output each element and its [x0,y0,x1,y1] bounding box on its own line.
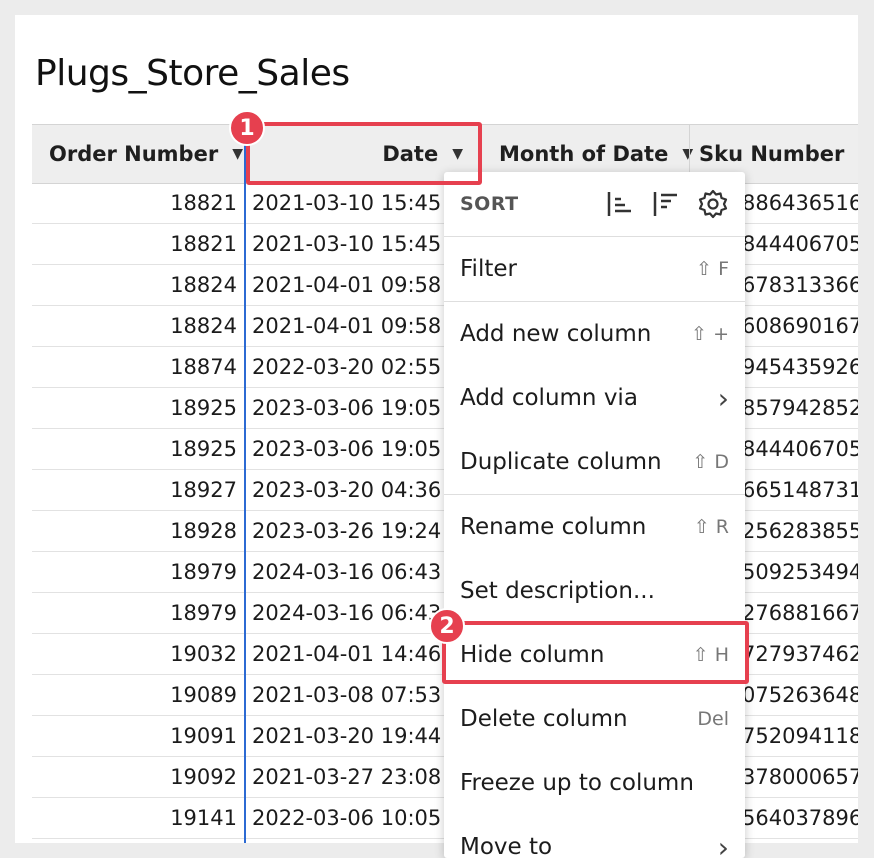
cell-order-number[interactable]: 18928 [32,519,237,543]
menu-item-label: Freeze up to column [460,770,694,796]
cell-sku-number[interactable]: 752094118 [742,724,858,748]
cell-order-number[interactable]: 18824 [32,314,237,338]
menu-item-shortcut: ⇧ F [696,258,729,280]
menu-item-shortcut: ⇧ D [692,451,729,473]
menu-item-label: Move to [460,834,553,858]
cell-date[interactable]: 2024-03-16 06:43 [252,601,441,625]
cell-sku-number[interactable]: 378000657 [742,765,858,789]
cell-order-number[interactable]: 18927 [32,478,237,502]
menu-item-label: Delete column [460,706,628,732]
cell-date[interactable]: 2022-03-06 10:05 [252,806,441,830]
cell-order-number[interactable]: 18874 [32,355,237,379]
cell-order-number[interactable]: 18925 [32,437,237,461]
cell-date[interactable]: 2021-03-10 15:45 [252,232,441,256]
chevron-right-icon: › [717,381,729,415]
cell-order-number[interactable]: 19141 [32,806,237,830]
cell-sku-number[interactable]: 844406705 [742,437,858,461]
menu-item-label: Duplicate column [460,449,662,475]
gear-icon[interactable] [697,188,729,220]
menu-item-add-new-column[interactable]: Add new column ⇧ + [444,302,745,366]
cell-date[interactable]: 2023-03-20 04:36 [252,478,441,502]
cell-date[interactable]: 2023-03-26 19:24 [252,519,441,543]
cell-sku-number[interactable]: 844406705 [742,232,858,256]
cell-order-number[interactable]: 18821 [32,191,237,215]
cell-sku-number[interactable]: 509253494 [742,560,858,584]
cell-date[interactable]: 2021-03-20 19:44 [252,724,441,748]
cell-date[interactable]: 2022-03-20 02:55 [252,355,441,379]
menu-item-label: Filter [460,256,517,282]
chevron-right-icon: › [717,830,729,858]
column-header-label: Sku Number [699,142,845,166]
menu-item-delete-column[interactable]: Delete column Del [444,687,745,751]
callout-badge-1: 1 [229,110,265,146]
page-title: Plugs_Store_Sales [35,53,350,94]
menu-item-shortcut: Del [697,708,729,730]
cell-sku-number[interactable]: 857942852 [742,396,858,420]
cell-sku-number[interactable]: 727937462 [742,642,858,666]
selected-column-border [244,124,246,843]
cell-date[interactable]: 2021-03-10 15:45 [252,191,441,215]
cell-date[interactable]: 2023-03-06 19:05 [252,437,441,461]
chevron-down-icon[interactable]: ▼ [232,146,243,162]
callout-highlight-date-header [246,122,482,185]
menu-item-rename-column[interactable]: Rename column ⇧ R [444,495,745,559]
cell-date[interactable]: 2023-03-06 19:05 [252,396,441,420]
menu-item-label: Rename column [460,514,647,540]
menu-item-duplicate-column[interactable]: Duplicate column ⇧ D [444,430,745,494]
callout-highlight-hide-column [442,621,749,684]
sort-section: SORT [444,172,745,236]
menu-item-freeze-up-to-column[interactable]: Freeze up to column [444,751,745,815]
cell-order-number[interactable]: 18979 [32,560,237,584]
cell-sku-number[interactable]: 256283855 [742,519,858,543]
cell-order-number[interactable]: 18824 [32,273,237,297]
cell-sku-number[interactable]: 945435926 [742,355,858,379]
cell-date[interactable]: 2021-04-01 09:58 [252,273,441,297]
cell-order-number[interactable]: 19032 [32,642,237,666]
cell-sku-number[interactable]: 276881667 [742,601,858,625]
menu-item-set-description[interactable]: Set description... [444,559,745,623]
sort-label: SORT [460,193,519,215]
menu-item-filter[interactable]: Filter ⇧ F [444,237,745,301]
menu-item-shortcut: ⇧ R [693,516,729,538]
cell-sku-number[interactable]: 665148731 [742,478,858,502]
cell-date[interactable]: 2021-04-01 09:58 [252,314,441,338]
menu-item-shortcut: ⇧ + [691,323,729,345]
cell-order-number[interactable]: 18821 [32,232,237,256]
column-header-label: Month of Date [499,142,669,166]
cell-date[interactable]: 2021-03-27 23:08 [252,765,441,789]
cell-date[interactable]: 2021-04-01 14:46 [252,642,441,666]
cell-sku-number[interactable]: 886436516 [742,191,858,215]
cell-sku-number[interactable]: 564037896 [742,806,858,830]
column-header-label: Order Number [49,142,219,166]
cell-order-number[interactable]: 19089 [32,683,237,707]
cell-sku-number[interactable]: 075263648 [742,683,858,707]
menu-item-label: Add column via [460,385,638,411]
cell-sku-number[interactable]: 608690167 [742,314,858,338]
sort-descending-icon[interactable] [651,188,683,220]
cell-date[interactable]: 2021-03-08 07:53 [252,683,441,707]
menu-item-add-column-via[interactable]: Add column via › [444,366,745,430]
column-context-menu: SORT Filter ⇧ F Add new column ⇧ + Add c… [444,172,745,858]
cell-date[interactable]: 2024-03-16 06:43 [252,560,441,584]
column-header-order-number[interactable]: Order Number ▼ [32,125,245,183]
menu-item-label: Add new column [460,321,652,347]
sort-ascending-icon[interactable] [605,188,637,220]
cell-sku-number[interactable]: 678313366 [742,273,858,297]
cell-order-number[interactable]: 18979 [32,601,237,625]
callout-badge-2: 2 [429,608,465,644]
menu-item-label: Set description... [460,578,655,604]
cell-order-number[interactable]: 18925 [32,396,237,420]
cell-order-number[interactable]: 19091 [32,724,237,748]
cell-order-number[interactable]: 19092 [32,765,237,789]
menu-item-move-to[interactable]: Move to › [444,815,745,858]
